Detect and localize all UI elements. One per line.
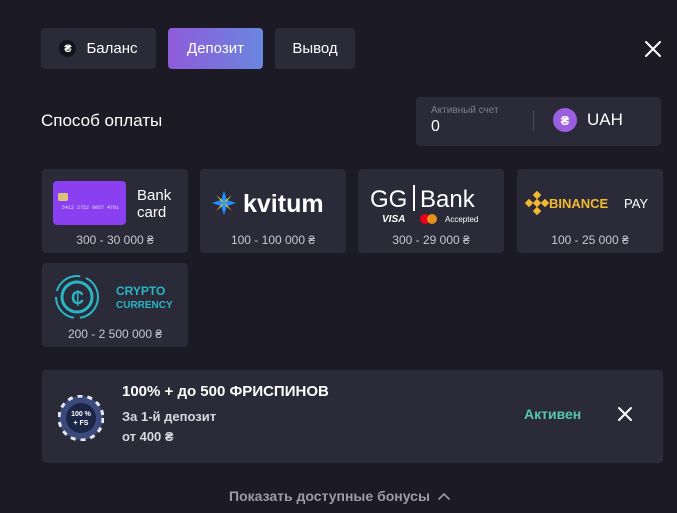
accepted-text: Accepted xyxy=(445,215,478,224)
payment-range: 100 - 25 000 ₴ xyxy=(551,233,629,247)
close-icon[interactable] xyxy=(641,37,665,61)
payment-method-title: Способ оплаты xyxy=(41,111,163,130)
binance-wordmark: BINANCE xyxy=(549,196,609,211)
chip-text-bottom: + FS xyxy=(74,420,89,427)
tab-balance-label: Баланс xyxy=(86,40,138,57)
crypto-line1: CRYPTO xyxy=(116,284,165,298)
payment-method-crypto[interactable]: ₵ CRYPTO CURRENCY 200 - 2 500 000 ₴ xyxy=(42,263,188,347)
payment-method-binance-pay[interactable]: BINANCE PAY 100 - 25 000 ₴ xyxy=(517,169,663,253)
tab-withdraw-label: Вывод xyxy=(292,40,338,57)
tab-deposit[interactable]: Депозит xyxy=(168,28,263,69)
hryvnia-coin-icon: ₴ xyxy=(59,40,77,57)
hryvnia-coin-icon: ₴ xyxy=(553,108,577,132)
payment-range: 300 - 29 000 ₴ xyxy=(392,233,470,247)
payment-method-ggbank[interactable]: GG Bank VISA Accepted 300 - 29 000 ₴ xyxy=(358,169,504,253)
crypto-line2: CURRENCY xyxy=(116,300,173,311)
chevron-up-icon xyxy=(438,492,450,500)
currency-code: UAH xyxy=(587,110,623,129)
ggbank-right: Bank xyxy=(420,186,476,213)
ggbank-left: GG xyxy=(370,186,407,213)
payment-range: 300 - 30 000 ₴ xyxy=(76,233,154,247)
tab-withdraw[interactable]: Вывод xyxy=(275,28,355,69)
bonus-condition: За 1-й депозит xyxy=(122,409,217,424)
bonus-title: 100% + до 500 ФРИСПИНОВ xyxy=(122,383,329,400)
binance-pay-logo: BINANCE PAY xyxy=(524,190,648,216)
currency-selector[interactable]: ₴ UAH xyxy=(553,108,623,132)
kvitum-logo: kvitum xyxy=(212,190,324,218)
bonus-min-deposit: от 400 ₴ xyxy=(122,429,174,444)
chip-text-top: 100 % xyxy=(71,411,92,418)
payment-range: 100 - 100 000 ₴ xyxy=(230,233,316,247)
tab-bar: ₴ Баланс Депозит Вывод xyxy=(41,28,355,69)
active-account-label: Активный счет xyxy=(431,105,499,116)
tab-balance[interactable]: ₴ Баланс xyxy=(41,28,156,69)
visa-text: VISA xyxy=(382,214,405,225)
payment-method-kvitum[interactable]: kvitum 100 - 100 000 ₴ xyxy=(200,169,346,253)
divider xyxy=(533,111,534,131)
bank-card-line1: Bank xyxy=(137,187,172,204)
kvitum-wordmark: kvitum xyxy=(243,190,324,218)
active-account-selector[interactable]: Активный счет 0 ₴ UAH xyxy=(416,97,661,146)
bank-card-line2: card xyxy=(137,204,166,221)
tab-deposit-label: Депозит xyxy=(187,40,244,57)
pay-wordmark: PAY xyxy=(624,196,648,211)
payment-method-bank-card[interactable]: 5412 2752 0057 4701 Bank card 300 - 30 0… xyxy=(42,169,188,253)
active-account-value: 0 xyxy=(431,118,440,135)
card-number-text: 5412 2752 0057 4701 xyxy=(62,205,119,211)
svg-text:₵: ₵ xyxy=(71,288,84,308)
bonus-status[interactable]: Активен xyxy=(524,406,581,422)
show-bonuses-toggle[interactable]: Показать доступные бонусы xyxy=(229,488,450,504)
close-icon[interactable] xyxy=(616,405,634,423)
show-bonuses-label: Показать доступные бонусы xyxy=(229,488,430,504)
crypto-currency-logo: ₵ CRYPTO CURRENCY xyxy=(55,275,173,319)
ggbank-logo: GG Bank VISA Accepted xyxy=(370,185,478,225)
bonus-card: 100 % + FS 100% + до 500 ФРИСПИНОВ За 1-… xyxy=(42,370,663,463)
casino-chip-icon: 100 % + FS xyxy=(58,395,104,441)
payment-range: 200 - 2 500 000 ₴ xyxy=(67,327,163,341)
bank-card-logo: 5412 2752 0057 4701 Bank card xyxy=(53,181,172,225)
